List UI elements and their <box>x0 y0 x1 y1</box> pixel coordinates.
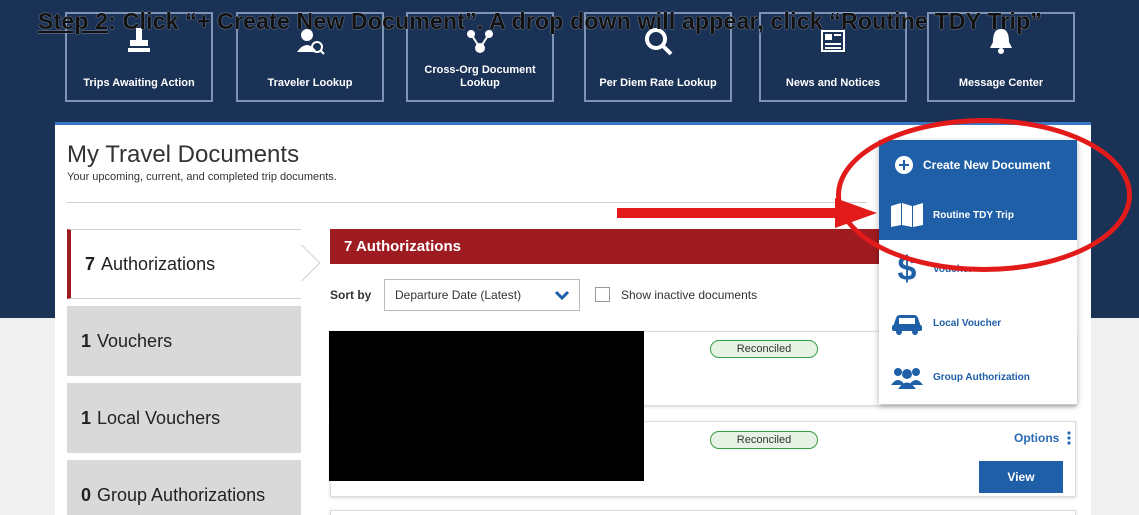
menu-item-local-voucher[interactable]: Local Voucher <box>879 298 1077 348</box>
tab-count: 0 <box>81 484 92 505</box>
tile-label: Per Diem Rate Lookup <box>599 77 717 89</box>
tile-label: Message Center <box>958 77 1044 89</box>
show-inactive-checkbox[interactable] <box>595 287 610 302</box>
chevron-down-icon <box>554 289 570 303</box>
instruction-caption: Step 2: Click “+ Create New Document”. A… <box>38 8 1118 35</box>
tile-label: News and Notices <box>785 77 881 89</box>
kebab-menu-icon <box>1067 431 1071 448</box>
tab-count: 1 <box>81 407 92 428</box>
pointer-arrow-icon <box>617 198 877 228</box>
tab-count: 1 <box>81 330 92 351</box>
options-label: Options <box>1014 431 1060 445</box>
menu-item-label: Group Authorization <box>933 371 1030 383</box>
tab-label: Group Authorizations <box>97 484 266 505</box>
instruction-text: : Click “+ Create New Document”. A drop … <box>108 8 1043 34</box>
tab-authorizations[interactable]: 7 Authorizations <box>67 229 321 299</box>
sort-label: Sort by <box>330 288 372 302</box>
redacted-block <box>329 331 644 481</box>
status-badge: Reconciled <box>710 340 818 358</box>
tile-label: Cross-Org Document Lookup <box>424 64 536 89</box>
authorizations-header: 7 Authorizations <box>330 229 890 264</box>
highlight-ellipse <box>836 118 1132 272</box>
tab-label: Local Vouchers <box>97 407 221 428</box>
tab-label: Authorizations <box>101 253 216 274</box>
tab-local-vouchers[interactable]: 1 Local Vouchers <box>67 383 301 453</box>
view-button[interactable]: View <box>979 461 1063 493</box>
tile-label: Trips Awaiting Action <box>83 77 195 89</box>
step-label: Step 2 <box>38 8 109 34</box>
options-menu-button[interactable]: Options <box>1014 431 1071 445</box>
menu-item-group-authorization[interactable]: Group Authorization <box>879 352 1077 402</box>
page-subtitle: Your upcoming, current, and completed tr… <box>67 171 337 183</box>
tab-label: Vouchers <box>97 330 173 351</box>
tab-group-authorizations[interactable]: 0 Group Authorizations <box>67 460 301 515</box>
sort-select[interactable]: Departure Date (Latest) <box>384 279 580 311</box>
status-badge: Reconciled <box>710 431 818 449</box>
page-title: My Travel Documents <box>67 141 300 168</box>
tab-vouchers[interactable]: 1 Vouchers <box>67 306 301 376</box>
car-icon <box>889 308 925 338</box>
show-inactive-label: Show inactive documents <box>621 288 758 302</box>
tab-count: 7 <box>85 253 96 274</box>
document-card <box>330 510 1076 515</box>
group-icon <box>889 362 925 392</box>
tile-label: Traveler Lookup <box>267 77 353 89</box>
menu-item-label: Local Voucher <box>933 317 1002 329</box>
sort-selected-value: Departure Date (Latest) <box>395 288 522 302</box>
